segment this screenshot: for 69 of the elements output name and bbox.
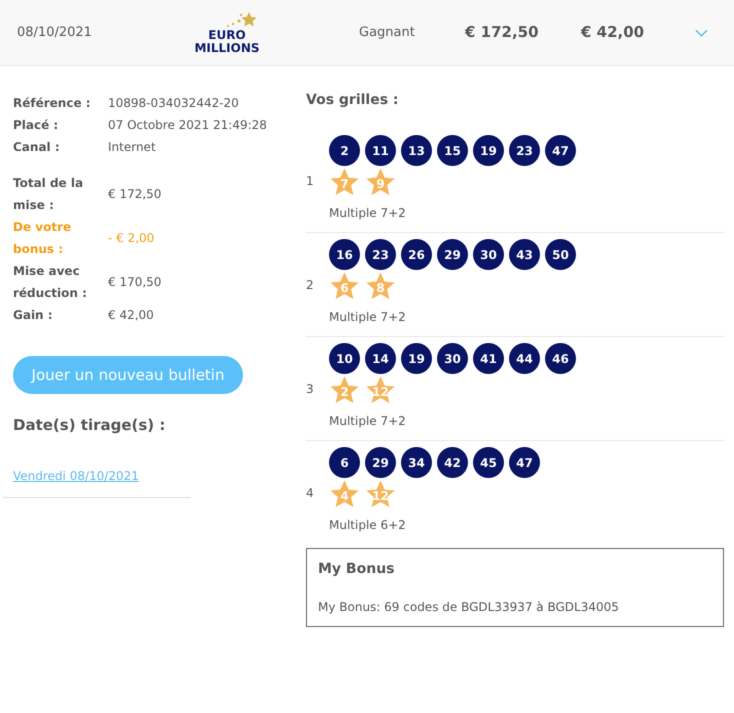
grid-number: 3 xyxy=(306,380,315,398)
ball-number: 42 xyxy=(437,447,468,478)
ball-number: 47 xyxy=(545,135,576,166)
winnings-amount: € 42,00 xyxy=(581,22,646,44)
ball-number: 44 xyxy=(509,343,540,374)
star-number: 6 xyxy=(329,271,360,302)
ball-number: 30 xyxy=(437,343,468,374)
ball-number: 29 xyxy=(437,239,468,270)
detail-value: € 172,50 xyxy=(108,186,162,203)
star-number: 12 xyxy=(365,375,396,406)
star-number: 9 xyxy=(365,167,396,198)
status-text: Gagnant xyxy=(359,24,416,42)
detail-label: Total de la mise : xyxy=(13,175,84,214)
bonus-title: My Bonus xyxy=(318,560,396,579)
play-button[interactable]: Jouer un nouveau bulletin xyxy=(13,356,243,394)
detail-label: Placé : xyxy=(13,117,60,134)
ball-number: 14 xyxy=(365,343,396,374)
ball-number: 34 xyxy=(401,447,432,478)
ball-number: 46 xyxy=(545,343,576,374)
ball-number: 19 xyxy=(401,343,432,374)
ball-number: 43 xyxy=(509,239,540,270)
detail-value: 07 Octobre 2021 21:49:28 xyxy=(108,117,267,134)
detail-value: € 170,50 xyxy=(108,274,162,291)
star-number: 8 xyxy=(365,271,396,302)
ball-number: 15 xyxy=(437,135,468,166)
ball-number: 47 xyxy=(509,447,540,478)
ball-number: 50 xyxy=(545,239,576,270)
grid-type: Multiple 7+2 xyxy=(329,413,407,430)
star-number: 2 xyxy=(329,375,360,406)
date-text: 08/10/2021 xyxy=(17,24,93,42)
grid-number: 4 xyxy=(306,484,315,502)
ball-number: 13 xyxy=(401,135,432,166)
ball-number: 41 xyxy=(473,343,504,374)
ball-number: 30 xyxy=(473,239,504,270)
star-number: 7 xyxy=(329,167,360,198)
section-title: Date(s) tirage(s) : xyxy=(13,415,166,436)
section-title: Vos grilles : xyxy=(306,91,400,110)
ball-number: 26 xyxy=(401,239,432,270)
ball-number: 11 xyxy=(365,135,396,166)
logo: EURO MILLIONS xyxy=(187,10,267,54)
ball-number: 6 xyxy=(329,447,360,478)
ball-number: 2 xyxy=(329,135,360,166)
ball-number: 16 xyxy=(329,239,360,270)
ball-number: 23 xyxy=(509,135,540,166)
detail-label: Référence : xyxy=(13,95,92,112)
ball-number: 10 xyxy=(329,343,360,374)
detail-label: De votre bonus : xyxy=(13,219,72,258)
detail-value: Internet xyxy=(108,139,156,156)
detail-label: Mise avec réduction : xyxy=(13,263,88,302)
detail-label: Gain : xyxy=(13,307,54,324)
ball-number: 19 xyxy=(473,135,504,166)
ball-number: 23 xyxy=(365,239,396,270)
grid-type: Multiple 6+2 xyxy=(329,517,407,534)
grid-type: Multiple 7+2 xyxy=(329,205,407,222)
ball-number: 45 xyxy=(473,447,504,478)
chevron-icon xyxy=(694,28,708,36)
grid-number: 2 xyxy=(306,276,315,294)
detail-value: - € 2,00 xyxy=(108,230,154,247)
detail-label: Canal : xyxy=(13,139,61,156)
grid-number: 1 xyxy=(306,172,315,190)
star-number: 12 xyxy=(365,479,396,510)
detail-value: 10898-034032442-20 xyxy=(108,95,239,112)
star-number: 4 xyxy=(329,479,360,510)
draw-date-link[interactable]: Vendredi 08/10/2021 xyxy=(13,466,139,484)
stake-amount: € 172,50 xyxy=(465,22,540,44)
grid-type: Multiple 7+2 xyxy=(329,309,407,326)
bonus-text: My Bonus: 69 codes de BGDL33937 à BGDL34005 xyxy=(318,599,620,616)
detail-value: € 42,00 xyxy=(108,307,154,324)
ball-number: 29 xyxy=(365,447,396,478)
